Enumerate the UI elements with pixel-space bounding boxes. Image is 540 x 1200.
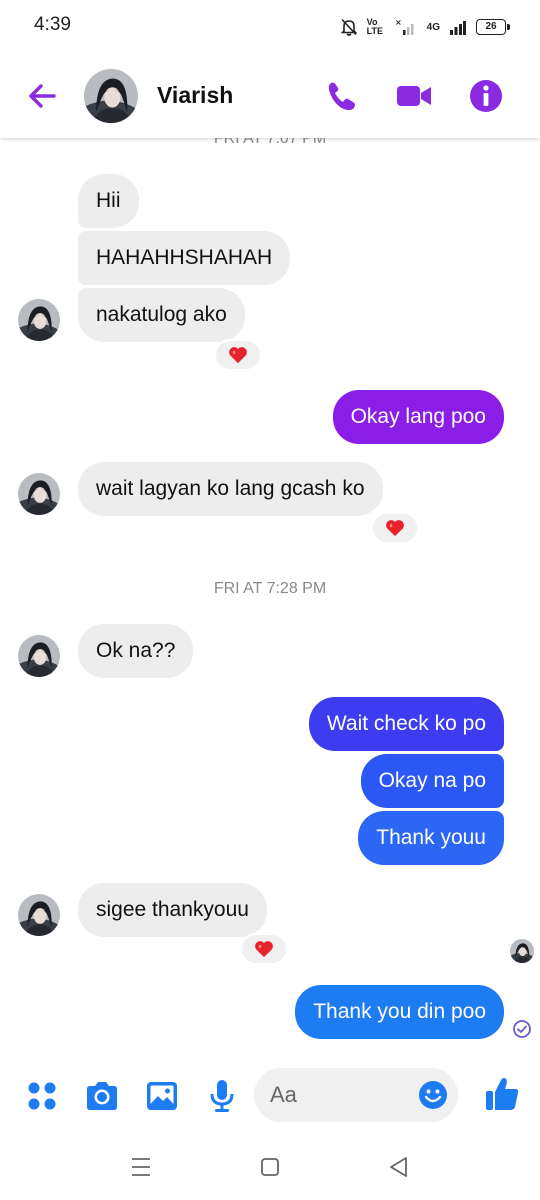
heart-icon: [254, 940, 274, 958]
video-camera-icon[interactable]: [394, 76, 434, 116]
outgoing-message[interactable]: Okay na po: [360, 754, 504, 808]
incoming-message[interactable]: nakatulog ako: [78, 288, 245, 342]
outgoing-message[interactable]: Thank you din poo: [295, 985, 504, 1039]
network-type: 4G: [426, 21, 440, 33]
heart-reaction[interactable]: [214, 339, 262, 371]
outgoing-message[interactable]: Thank youu: [358, 811, 504, 865]
outgoing-message[interactable]: Wait check ko po: [308, 697, 504, 751]
contact-name[interactable]: Viarish: [157, 82, 233, 109]
sender-avatar[interactable]: [18, 473, 60, 515]
system-navigation-bar: [0, 1134, 540, 1200]
volte-indicator: Vo LTE: [366, 17, 383, 36]
heart-icon: [228, 346, 248, 364]
apps-icon[interactable]: [23, 1077, 61, 1115]
message-field[interactable]: [254, 1068, 458, 1122]
microphone-icon[interactable]: [203, 1077, 241, 1115]
message-input[interactable]: [270, 1082, 410, 1108]
heart-reaction[interactable]: [240, 933, 288, 965]
home-icon[interactable]: [257, 1154, 283, 1180]
svg-text:×: ×: [395, 18, 402, 27]
sender-avatar[interactable]: [18, 894, 60, 936]
camera-icon[interactable]: [83, 1077, 121, 1115]
status-time: 4:39: [34, 14, 71, 35]
gallery-icon[interactable]: [143, 1077, 181, 1115]
status-bar: 4:39 Vo LTE × 4G 26: [0, 0, 540, 52]
incoming-message[interactable]: wait lagyan ko lang gcash ko: [78, 462, 383, 516]
seen-avatar: [510, 939, 534, 963]
incoming-message[interactable]: HAHAHHSHAHAH: [78, 231, 291, 285]
sent-check-icon: [513, 1020, 531, 1038]
status-icons: Vo LTE × 4G 26: [340, 14, 510, 40]
incoming-message[interactable]: Ok na??: [78, 624, 194, 678]
timestamp-mid: FRI AT 7:28 PM: [213, 580, 327, 597]
incoming-message[interactable]: sigee thankyouu: [78, 883, 267, 937]
phone-icon[interactable]: [322, 76, 362, 116]
incoming-message[interactable]: Hii: [78, 174, 139, 228]
back-triangle-icon[interactable]: [386, 1154, 412, 1180]
sender-avatar[interactable]: [18, 635, 60, 677]
menu-icon[interactable]: [128, 1154, 154, 1180]
heart-icon: [385, 519, 405, 537]
timestamp-top: FRI AT 7:07 PM: [213, 138, 327, 147]
composer-bar: [0, 1058, 540, 1134]
silent-bell-icon: [340, 18, 357, 36]
sender-avatar[interactable]: [18, 299, 60, 341]
heart-reaction[interactable]: [371, 512, 419, 544]
info-icon[interactable]: [466, 76, 506, 116]
signal-1-icon: ×: [395, 18, 414, 35]
emoji-icon[interactable]: [418, 1080, 448, 1110]
signal-2-icon: [450, 21, 466, 35]
contact-avatar[interactable]: [84, 69, 138, 123]
back-arrow-icon[interactable]: [24, 78, 60, 114]
battery-indicator: 26: [476, 19, 510, 35]
conversation-header: Viarish: [0, 52, 540, 138]
message-list[interactable]: FRI AT 7:07 PM Hii HAHAHHSHAHAH nakatulo…: [0, 138, 540, 1058]
outgoing-message[interactable]: Okay lang poo: [332, 390, 504, 444]
thumbs-up-icon[interactable]: [482, 1074, 522, 1114]
